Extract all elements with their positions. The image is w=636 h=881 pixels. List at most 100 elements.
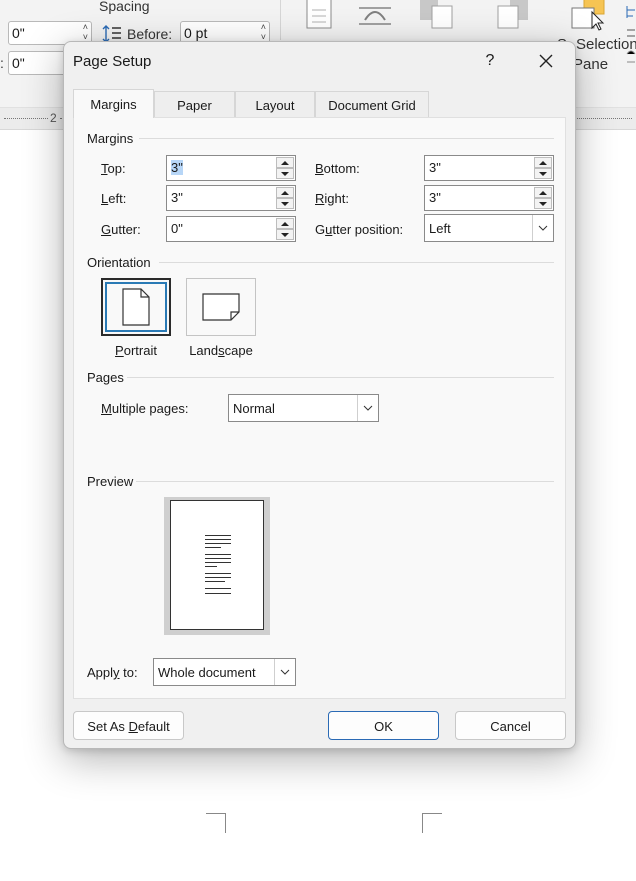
portrait-option[interactable] [101,278,171,336]
bottom-margin-down-button[interactable] [534,168,552,179]
arrow-down-icon [539,171,547,176]
left-margin-value: 3" [171,190,183,205]
bottom-margin-value: 3" [429,160,441,175]
preview-text-line [205,543,231,544]
arrow-up-icon [281,221,289,226]
gutter-input[interactable]: 0" [166,216,296,242]
ruler-number: 2 [50,111,57,125]
selection-pane-label-line2[interactable]: Pane [573,56,608,73]
left-margin-input[interactable]: 3" [166,185,296,211]
right-margin-down-button[interactable] [534,198,552,209]
pages-section-heading: Pages [87,370,124,385]
preview-text-line [205,562,231,563]
tab-layout[interactable]: Layout [235,91,315,117]
section-divider [127,377,554,378]
top-label: Top: [101,161,126,176]
before-label: Before: [127,26,173,42]
multiple-pages-select[interactable]: Normal [228,394,379,422]
close-button[interactable] [532,48,560,74]
preview-text-line [205,535,231,536]
preview-page [170,500,264,630]
bottom-margin-up-button[interactable] [534,157,552,168]
top-margin-down-button[interactable] [276,168,294,179]
preview-section-heading: Preview [87,474,134,489]
multiple-pages-label: Multiple pages: [101,401,189,416]
selection-pane-icon[interactable] [570,0,608,35]
multiple-pages-value: Normal [233,401,275,416]
position-icon[interactable] [305,0,333,35]
section-divider [159,262,554,263]
apply-to-select[interactable]: Whole document [153,658,296,686]
right-margin-input[interactable]: 3" [424,185,554,211]
left-margin-up-button[interactable] [276,187,294,198]
arrow-down-icon [281,232,289,237]
gutter-down-button[interactable] [276,229,294,240]
margins-section-heading: Margins [87,131,134,146]
preview-text-line [205,566,217,567]
landscape-option[interactable] [186,278,256,336]
left-margin-down-button[interactable] [276,198,294,209]
chevron-down-icon[interactable] [357,395,378,421]
portrait-label: Portrait [115,343,157,358]
tab-paper[interactable]: Paper [154,91,235,117]
set-as-default-button[interactable]: Set As Default [73,711,184,740]
arrow-down-icon [281,201,289,206]
help-button[interactable]: ? [478,48,502,74]
chevron-down-icon[interactable] [532,215,553,241]
align-icon[interactable] [625,6,636,71]
apply-to-value: Whole document [158,665,256,680]
bring-forward-icon[interactable] [418,0,454,33]
right-label: Right: [315,191,349,206]
tab-margins[interactable]: Margins [73,89,154,118]
indent-right-value: 0" [12,55,25,71]
gutter-position-label: Gutter position: [315,222,404,237]
top-margin-up-button[interactable] [276,157,294,168]
section-divider [139,138,554,139]
gutter-up-button[interactable] [276,218,294,229]
preview-text-line [205,547,221,548]
spacing-label: Spacing [99,0,150,14]
ribbon-separator [280,0,281,40]
indent-left-value: 0" [12,25,25,41]
preview-text-line [205,581,225,582]
arrow-down-icon [281,171,289,176]
bottom-label: Bottom: [315,161,360,176]
bottom-margin-input[interactable]: 3" [424,155,554,181]
chevron-down-icon[interactable] [274,659,295,685]
landscape-label: Landscape [189,343,253,358]
tab-document-grid[interactable]: Document Grid [315,91,429,117]
preview-text-line [205,558,231,559]
cancel-button[interactable]: Cancel [455,711,566,740]
gutter-label: Gutter: [101,222,141,237]
dialog-titlebar[interactable]: Page Setup ? [64,42,575,80]
arrow-up-icon [281,160,289,165]
arrow-up-icon [539,190,547,195]
indent-right-label-fragment: : [0,55,4,71]
gutter-position-value: Left [429,221,451,236]
orientation-section-heading: Orientation [87,255,151,270]
left-label: Left: [101,191,127,206]
dialog-title: Page Setup [73,53,152,70]
arrow-up-icon [539,160,547,165]
ruler-ticks [4,118,48,119]
wrap-text-icon[interactable] [355,0,395,33]
spinner-arrows-icon[interactable]: ˄ ˅ [83,22,88,42]
preview-text-line [205,588,231,589]
preview-text-line [205,593,231,594]
before-value: 0 pt [184,25,208,41]
preview-text-line [205,577,231,578]
top-margin-input[interactable]: 3" [166,155,296,181]
crop-mark [422,813,442,833]
ok-button[interactable]: OK [328,711,439,740]
right-margin-up-button[interactable] [534,187,552,198]
landscape-page-icon [202,293,240,321]
page-setup-dialog: Page Setup ? Margins Paper Layout Docume… [63,41,576,749]
right-margin-value: 3" [429,190,441,205]
gutter-position-select[interactable]: Left [424,214,554,242]
preview-text-line [205,539,231,540]
preview-text-line [205,573,231,574]
close-icon [539,54,553,68]
spinner-arrows-icon[interactable]: ˄ ˅ [261,22,266,42]
crop-mark [206,813,226,833]
send-backward-icon[interactable] [496,0,532,33]
